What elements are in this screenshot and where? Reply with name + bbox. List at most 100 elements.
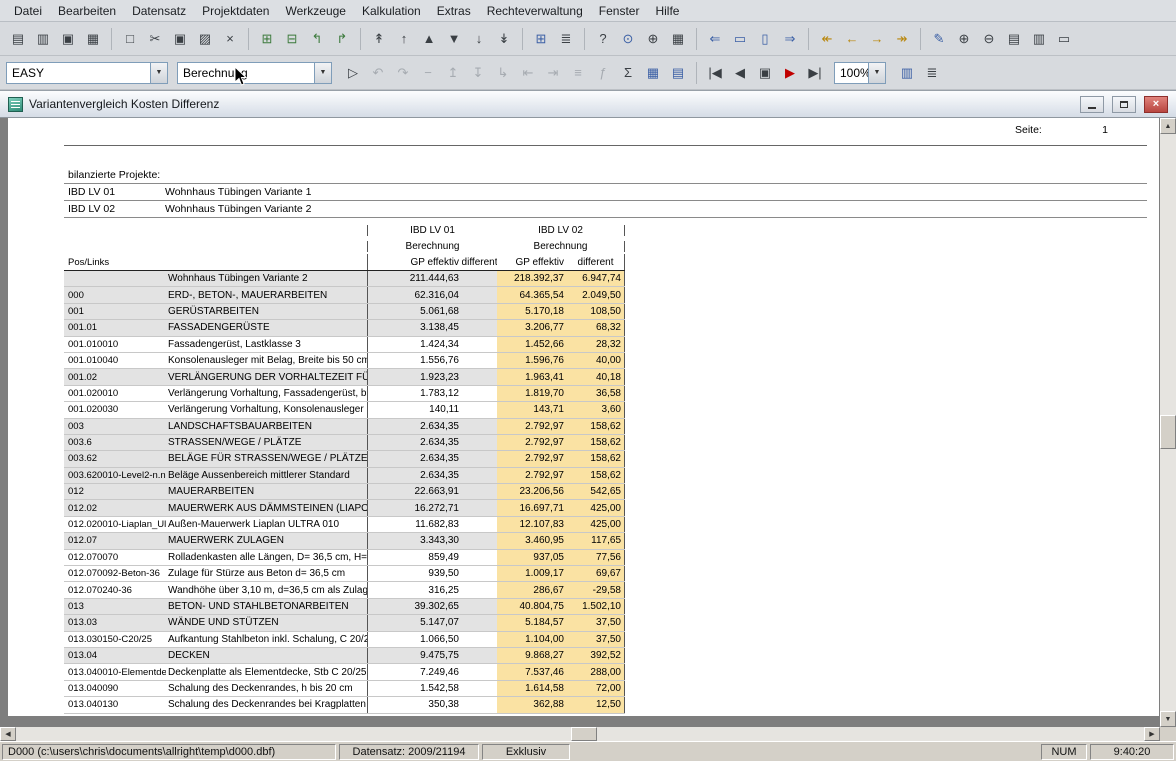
vertical-scroll-track[interactable] [1160,134,1176,711]
formula-icon[interactable]: ƒ [591,61,615,85]
document-view-icon[interactable]: ▭ [1052,27,1076,51]
menu-item-datei[interactable]: Datei [6,2,50,20]
menu-item-datensatz[interactable]: Datensatz [124,2,194,20]
d1-cell [462,550,497,565]
new-project-icon[interactable]: ▤ [6,27,30,51]
chevron-down-icon[interactable]: ▼ [868,63,885,83]
move-bottom-icon[interactable]: ↡ [492,27,516,51]
move-pageup-icon[interactable]: ↑ [392,27,416,51]
paste-icon[interactable]: ▨ [193,27,217,51]
new-record-icon[interactable]: □ [118,27,142,51]
report-combo[interactable]: Berechnung ▼ [177,62,332,84]
d1-cell [462,468,497,483]
calculator-icon[interactable]: ⊞ [529,27,553,51]
minimize-button[interactable] [1080,96,1104,113]
chart-icon[interactable]: ▦ [641,61,665,85]
restore-button[interactable] [1112,96,1136,113]
menu-item-projektdaten[interactable]: Projektdaten [194,2,277,20]
edit-report-icon[interactable]: ▷ [341,61,365,85]
move-pagedown-icon[interactable]: ↓ [467,27,491,51]
zoom-window-icon[interactable]: ⊕ [641,27,665,51]
open-project-icon[interactable]: ▥ [31,27,55,51]
vertical-scroll-thumb[interactable] [1160,415,1176,449]
horizontal-scroll-track[interactable] [16,727,1144,741]
project-data-icon[interactable]: ▦ [81,27,105,51]
copy-icon[interactable]: ▣ [168,27,192,51]
toolbar-separator [696,62,697,84]
menu-item-extras[interactable]: Extras [429,2,479,20]
move-top-icon[interactable]: ↟ [367,27,391,51]
cut-icon[interactable]: ✂ [143,27,167,51]
pos-cell: 001.020010 [64,386,166,401]
insert-record-icon[interactable]: ⊞ [255,27,279,51]
export-page-icon[interactable]: ▥ [895,61,919,85]
page-preview-icon[interactable]: ▤ [1002,27,1026,51]
list-icon[interactable]: ≡ [566,61,590,85]
horizontal-scrollbar[interactable]: ◀ ▶ [0,727,1160,741]
help-icon[interactable]: ? [591,27,615,51]
chevron-down-icon[interactable]: ▼ [150,63,167,83]
jump-first-icon[interactable]: ↞ [815,27,839,51]
menu-item-bearbeiten[interactable]: Bearbeiten [50,2,124,20]
undo-icon[interactable]: ↶ [366,61,390,85]
menu-item-rechteverwaltung[interactable]: Rechteverwaltung [479,2,591,20]
shift-left-icon[interactable]: ⇤ [516,61,540,85]
delete-icon[interactable]: × [218,27,242,51]
menu-item-werkzeuge[interactable]: Werkzeuge [277,2,353,20]
desc-cell: BETON- UND STAHLBETONARBEITEN [166,599,367,614]
zoom-out-icon[interactable]: ⊖ [977,27,1001,51]
last-page-icon[interactable]: ▶| [803,61,827,85]
scroll-up-icon[interactable]: ▲ [1160,118,1176,134]
page-layout-icon[interactable]: ▥ [1027,27,1051,51]
jump-prev-icon[interactable]: ← [840,27,864,51]
save-list-icon[interactable]: ▯ [753,27,777,51]
print-icon[interactable]: ≣ [554,27,578,51]
first-page-icon[interactable]: |◀ [703,61,727,85]
open-list-icon[interactable]: ▭ [728,27,752,51]
promote-icon[interactable]: ↰ [305,27,329,51]
chevron-down-icon[interactable]: ▼ [314,63,331,83]
sum-icon[interactable]: Σ [616,61,640,85]
close-project-icon[interactable]: ▣ [56,27,80,51]
profile-combo[interactable]: EASY ▼ [6,62,168,84]
move-up-icon[interactable]: ▲ [417,27,441,51]
d1-cell [462,419,497,434]
scroll-right-icon[interactable]: ▶ [1144,727,1160,741]
print-report-icon[interactable]: ≣ [920,61,944,85]
search-icon[interactable]: ⊙ [616,27,640,51]
move-down-icon[interactable]: ▼ [442,27,466,51]
menu-item-fenster[interactable]: Fenster [591,2,648,20]
shift-right-icon[interactable]: ⇥ [541,61,565,85]
zoom-in-icon[interactable]: ⊕ [952,27,976,51]
table-row: 012.020010-Liaplan_UltraAußen-Mauerwerk … [64,517,625,533]
insert-child-icon[interactable]: ↳ [491,61,515,85]
horizontal-scroll-thumb[interactable] [571,727,597,741]
table-report-icon[interactable]: ▤ [666,61,690,85]
insert-subrecord-icon[interactable]: ⊟ [280,27,304,51]
close-button[interactable]: × [1144,96,1168,113]
jump-next-icon[interactable]: → [865,27,889,51]
menu-item-kalkulation[interactable]: Kalkulation [354,2,429,20]
copy-report-icon[interactable]: ▣ [753,61,777,85]
export-icon[interactable]: ⇒ [778,27,802,51]
jump-last-icon[interactable]: ↠ [890,27,914,51]
zoom-combo[interactable]: 100% ▼ [834,62,886,84]
scroll-left-icon[interactable]: ◀ [0,727,16,741]
menu-item-hilfe[interactable]: Hilfe [647,2,687,20]
insert-below-icon[interactable]: ↧ [466,61,490,85]
column-header-row: Pos/Links GP effektiv different GP effek… [64,254,625,270]
d1-cell [462,500,497,515]
vertical-scrollbar[interactable]: ▲ ▼ [1160,118,1176,727]
scroll-down-icon[interactable]: ▼ [1160,711,1176,727]
demote-icon[interactable]: ↱ [330,27,354,51]
pos-cell: 012.020010-Liaplan_Ultra [64,517,166,532]
import-icon[interactable]: ⇐ [703,27,727,51]
insert-above-icon[interactable]: ↥ [441,61,465,85]
prev-page-icon[interactable]: ◀ [728,61,752,85]
desc-cell: Deckenplatte als Elementdecke, Stb C 20/… [166,664,367,679]
remove-row-icon[interactable]: − [416,61,440,85]
edit-icon[interactable]: ✎ [927,27,951,51]
redo-icon[interactable]: ↷ [391,61,415,85]
start-report-icon[interactable]: ▶ [778,61,802,85]
table-view-icon[interactable]: ▦ [666,27,690,51]
